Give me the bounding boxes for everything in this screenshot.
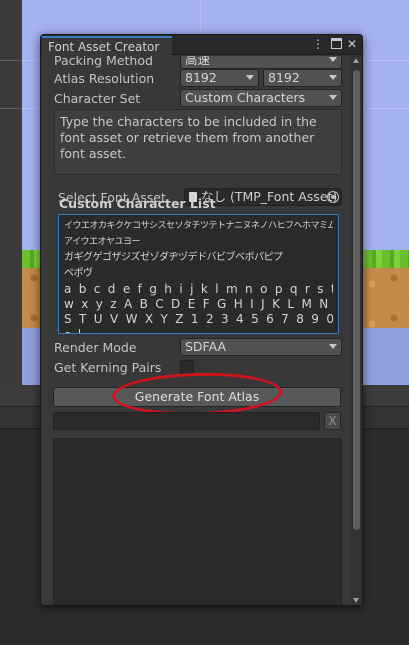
character-set-label: Character Set xyxy=(54,90,141,106)
generation-progress-bar xyxy=(53,412,320,430)
packing-method-label: Packing Method xyxy=(54,56,153,68)
generate-font-atlas-button[interactable]: Generate Font Atlas xyxy=(53,387,341,407)
chevron-down-icon xyxy=(329,57,337,62)
character-line: イウエオカキクケコサシスセソタチツテトナニヌネノハヒフヘホマミムメモヤユヨラリル… xyxy=(64,221,333,231)
character-line: ～ xyxy=(64,327,78,334)
character-set-row: Character Set xyxy=(54,89,179,107)
character-set-value: Custom Characters xyxy=(185,90,306,105)
scrollbar-thumb[interactable] xyxy=(353,70,360,530)
packing-method-dropdown[interactable]: 高速 xyxy=(180,56,342,69)
atlas-resolution-label: Atlas Resolution xyxy=(54,70,155,86)
scroll-down-icon[interactable] xyxy=(353,598,359,603)
render-mode-label: Render Mode xyxy=(54,339,137,355)
font-asset-creator-window: Font Asset Creator ⋮ ✕ Packing Method 高速… xyxy=(40,34,363,606)
vertical-scrollbar[interactable] xyxy=(351,56,362,605)
close-icon[interactable]: ✕ xyxy=(345,37,359,51)
clear-label: X xyxy=(328,414,337,428)
object-picker-icon[interactable] xyxy=(327,191,339,203)
chevron-down-icon xyxy=(329,344,337,349)
character-set-dropdown[interactable]: Custom Characters xyxy=(180,89,342,107)
atlas-height-value: 8192 xyxy=(268,70,300,85)
atlas-width-value: 8192 xyxy=(185,70,217,85)
packing-method-value: 高速 xyxy=(185,56,211,67)
output-preview-area xyxy=(53,438,342,605)
help-box: Type the characters to be included in th… xyxy=(54,109,342,175)
character-line: アイウエオヤユヨー xyxy=(64,237,141,247)
maximize-icon[interactable] xyxy=(329,37,343,51)
packing-method-row: Packing Method xyxy=(54,56,179,69)
text-cursor xyxy=(78,328,80,333)
character-line: w x y z A B C D E F G H I J K L M N O P … xyxy=(64,297,333,311)
atlas-resolution-row: Atlas Resolution xyxy=(54,69,179,87)
window-titlebar: Font Asset Creator ⋮ ✕ xyxy=(41,35,362,56)
custom-character-list-textarea[interactable]: イウエオカキクケコサシスセソタチツテトナニヌネノハヒフヘホマミムメモヤユヨラリル… xyxy=(58,214,339,334)
render-mode-dropdown[interactable]: SDFAA xyxy=(180,338,342,356)
scroll-up-icon[interactable] xyxy=(353,58,359,63)
character-line: a b c d e f g h i j k l m n o p q r s t … xyxy=(64,282,333,296)
character-line-last: ～ xyxy=(64,327,333,334)
kebab-menu-icon[interactable]: ⋮ xyxy=(311,37,325,51)
kerning-pairs-row: Get Kerning Pairs xyxy=(54,358,179,376)
character-line: S T U V W X Y Z 1 2 3 4 5 6 7 8 9 0 xyxy=(64,312,333,326)
chevron-down-icon xyxy=(329,95,337,100)
font-asset-value: なし (TMP_Font Asset) xyxy=(201,189,338,204)
clear-button[interactable]: X xyxy=(324,412,341,430)
window-title: Font Asset Creator xyxy=(48,40,160,54)
chevron-down-icon xyxy=(246,75,254,80)
atlas-width-dropdown[interactable]: 8192 xyxy=(180,69,259,87)
kerning-pairs-checkbox[interactable] xyxy=(180,360,194,374)
render-mode-value: SDFAA xyxy=(185,339,227,354)
custom-character-list-label: Custom Character List xyxy=(59,196,216,211)
character-line: ペポヴ xyxy=(64,268,93,279)
atlas-height-dropdown[interactable]: 8192 xyxy=(263,69,342,87)
chevron-down-icon xyxy=(329,75,337,80)
render-mode-row: Render Mode xyxy=(54,338,179,356)
generate-font-atlas-label: Generate Font Atlas xyxy=(134,389,260,404)
window-content: Packing Method 高速 Atlas Resolution 8192 … xyxy=(41,56,353,605)
window-tab[interactable]: Font Asset Creator xyxy=(42,36,172,56)
kerning-pairs-label: Get Kerning Pairs xyxy=(54,359,162,375)
scene-left-margin xyxy=(0,0,22,385)
help-text: Type the characters to be included in th… xyxy=(60,114,317,161)
character-line: ガギグゲゴザジズゼゾダヂヅデドバビブベボパピプ xyxy=(64,252,283,263)
